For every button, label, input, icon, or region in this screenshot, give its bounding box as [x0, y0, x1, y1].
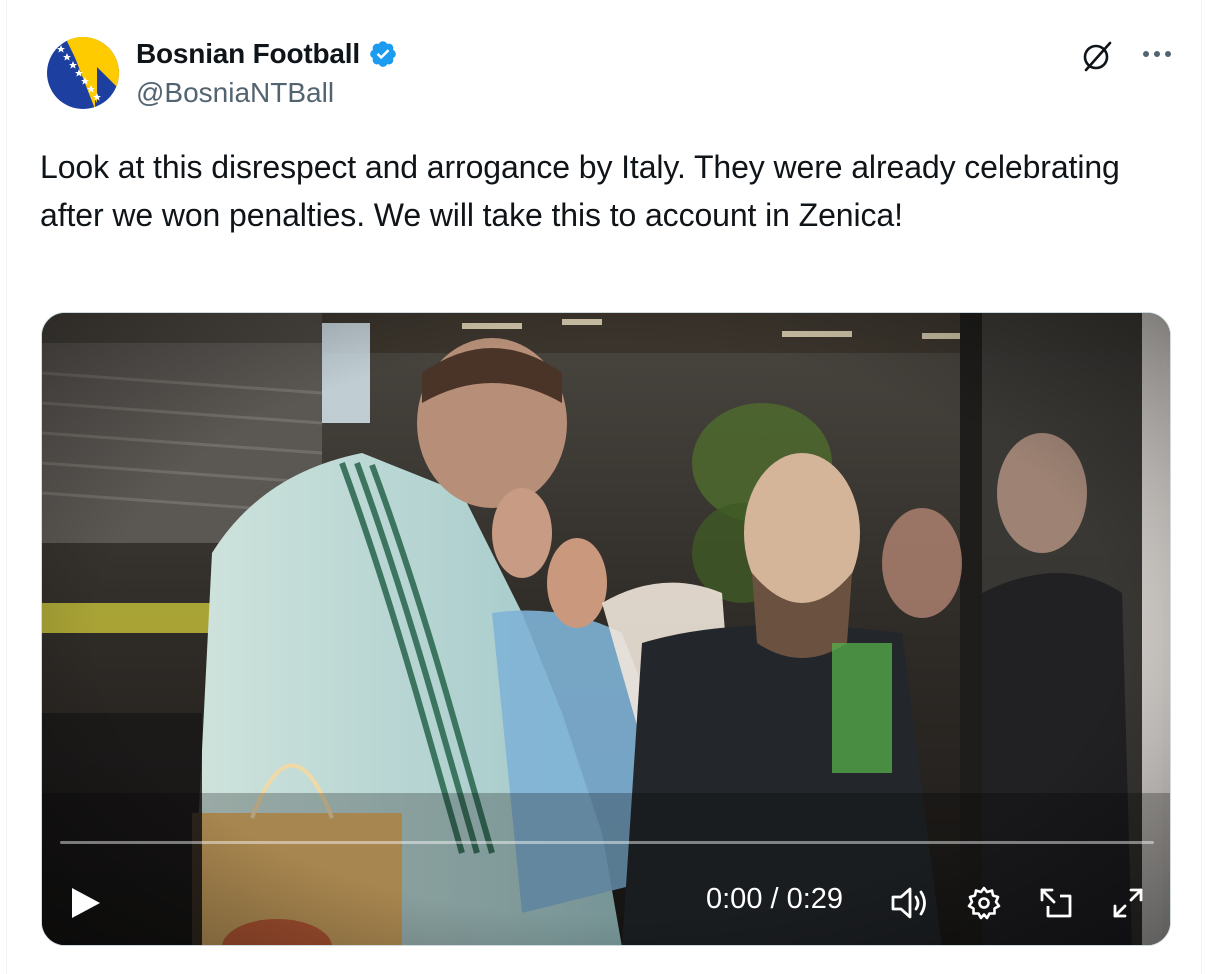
video-player[interactable]: 0:00 / 0:29 — [41, 312, 1171, 946]
play-icon — [72, 888, 100, 918]
video-frame-image — [42, 313, 1170, 945]
more-options-button[interactable] — [1137, 36, 1177, 72]
verified-badge-icon — [370, 41, 396, 67]
video-time-display: 0:00 / 0:29 — [706, 883, 844, 915]
grok-button[interactable] — [1077, 36, 1117, 76]
tweet-text: Look at this disrespect and arrogance by… — [40, 149, 1120, 233]
video-progress-bar[interactable] — [60, 841, 1154, 844]
grok-icon — [1083, 41, 1112, 72]
author-avatar[interactable] — [47, 37, 119, 109]
picture-in-picture-button[interactable] — [1034, 883, 1078, 923]
author-handle[interactable]: @BosniaNTBall — [136, 77, 334, 109]
fullscreen-icon — [1113, 888, 1143, 918]
volume-button[interactable] — [888, 883, 932, 923]
more-options-icon — [1143, 51, 1171, 57]
picture-in-picture-icon — [1040, 888, 1072, 918]
tweet-card: Bosnian Football @BosniaNTBall Look at t… — [6, 0, 1202, 974]
volume-icon — [891, 887, 926, 919]
play-button[interactable] — [64, 881, 108, 925]
author-display-name[interactable]: Bosnian Football — [136, 38, 360, 70]
settings-icon — [967, 886, 1001, 920]
fullscreen-button[interactable] — [1106, 883, 1150, 923]
settings-button[interactable] — [962, 883, 1006, 923]
bosnia-flag-avatar-icon — [47, 37, 119, 109]
author-name-row: Bosnian Football — [136, 36, 398, 72]
